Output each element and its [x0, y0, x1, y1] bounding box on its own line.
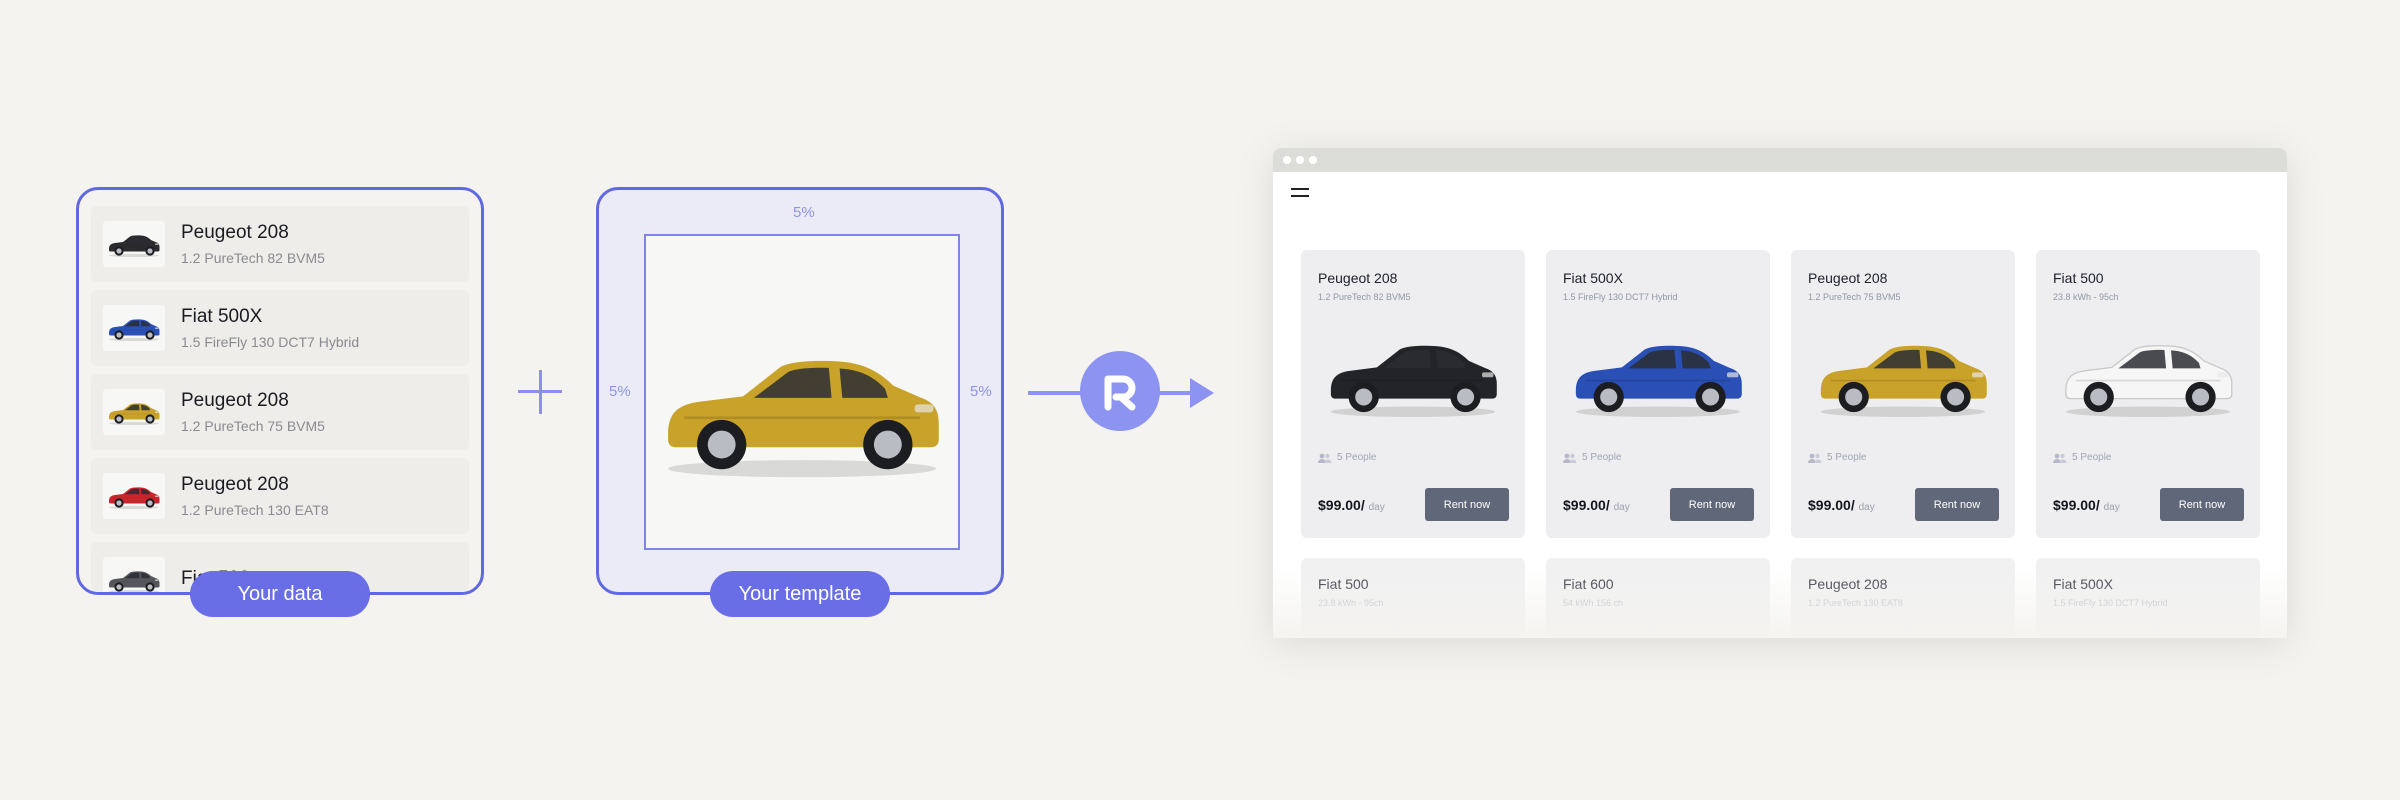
card-spec: 1.2 PureTech 130 EAT8: [1808, 598, 1903, 608]
capacity: 5 People: [1563, 452, 1621, 463]
car-image: [2065, 345, 2233, 418]
people-icon: [1318, 453, 1332, 463]
car-thumbnail: [103, 557, 165, 592]
rent-now-button[interactable]: Rent now: [1670, 488, 1754, 521]
data-list: Peugeot 208 1.2 PureTech 82 BVM5 Fiat 500…: [91, 206, 469, 592]
margin-right-label: 5%: [970, 383, 992, 400]
your-template-pill[interactable]: Your template: [710, 571, 890, 617]
row-name: Peugeot 208: [181, 473, 289, 495]
price: $99.00/ day: [1318, 497, 1385, 513]
people-label: 5 People: [1582, 452, 1622, 463]
row-name: Peugeot 208: [181, 221, 289, 243]
hamburger-menu-icon[interactable]: [1291, 188, 1311, 202]
car-icon: [109, 571, 160, 592]
car-card: Fiat 500 23.8 kWh - 95ch 5 People $99.00…: [2036, 250, 2260, 538]
capacity: 5 People: [1318, 452, 1376, 463]
car-thumbnail: [103, 473, 165, 519]
rent-now-button[interactable]: Rent now: [2160, 488, 2244, 521]
car-card: Peugeot 208 1.2 PureTech 130 EAT8: [1791, 558, 2015, 638]
row-name: Fiat 500X: [181, 305, 263, 327]
row-spec: 1.5 FireFly 130 DCT7 Hybrid: [181, 333, 360, 350]
price-unit: day: [2103, 502, 2120, 513]
car-icon: [109, 319, 160, 342]
price-value: $99.00/: [1808, 497, 1855, 513]
card-spec: 1.2 PureTech 82 BVM5: [1318, 292, 1411, 302]
rent-now-button[interactable]: Rent now: [1915, 488, 1999, 521]
template-car-image: [668, 360, 939, 478]
price-unit: day: [1368, 502, 1385, 513]
browser-window: Peugeot 208 1.2 PureTech 82 BVM5 5 Peopl…: [1273, 148, 2287, 638]
card-name: Peugeot 208: [1808, 270, 1888, 286]
people-icon: [1563, 453, 1577, 463]
people-label: 5 People: [1337, 452, 1377, 463]
card-spec: 1.5 FireFly 130 DCT7 Hybrid: [1563, 292, 1678, 302]
price-unit: day: [1858, 502, 1875, 513]
window-dot[interactable]: [1309, 156, 1317, 164]
car-icon: [668, 360, 939, 478]
people-label: 5 People: [2072, 452, 2112, 463]
price: $99.00/ day: [2053, 497, 2120, 513]
data-row[interactable]: Peugeot 208 1.2 PureTech 130 EAT8: [91, 458, 469, 534]
capacity: 5 People: [2053, 452, 2111, 463]
car-thumbnail: [103, 305, 165, 351]
car-image: [1330, 345, 1497, 418]
car-card: Fiat 500X 1.5 FireFly 130 DCT7 Hybrid: [2036, 558, 2260, 638]
window-dot[interactable]: [1296, 156, 1304, 164]
price-value: $99.00/: [2053, 497, 2100, 513]
car-image: [1820, 345, 1987, 418]
card-spec: 1.5 FireFly 130 DCT7 Hybrid: [2053, 598, 2168, 608]
r-logo-icon: [1080, 351, 1160, 431]
card-spec: 23.8 kWh - 95ch: [1318, 598, 1384, 608]
car-thumbnail: [103, 221, 165, 267]
car-card: Peugeot 208 1.2 PureTech 82 BVM5 5 Peopl…: [1301, 250, 1525, 538]
card-name: Fiat 600: [1563, 576, 1614, 592]
card-spec: 54 kWh 156 ch: [1563, 598, 1624, 608]
your-data-pill[interactable]: Your data: [190, 571, 370, 617]
car-card: Fiat 500X 1.5 FireFly 130 DCT7 Hybrid 5 …: [1546, 250, 1770, 538]
card-name: Peugeot 208: [1318, 270, 1398, 286]
row-spec: 1.2 PureTech 82 BVM5: [181, 249, 325, 266]
data-row[interactable]: Fiat 500X 1.5 FireFly 130 DCT7 Hybrid: [91, 290, 469, 366]
car-icon: [109, 235, 160, 258]
browser-titlebar: [1273, 148, 2287, 172]
car-card: Peugeot 208 1.2 PureTech 75 BVM5 5 Peopl…: [1791, 250, 2015, 538]
card-name: Peugeot 208: [1808, 576, 1888, 592]
template-frame: [644, 234, 960, 550]
data-row[interactable]: Peugeot 208 1.2 PureTech 75 BVM5: [91, 374, 469, 450]
people-icon: [1808, 453, 1822, 463]
template-panel: 5% 5% 5%: [596, 187, 1004, 595]
price: $99.00/ day: [1808, 497, 1875, 513]
price-unit: day: [1613, 502, 1630, 513]
car-card: Fiat 500 23.8 kWh - 95ch: [1301, 558, 1525, 638]
row-name: Peugeot 208: [181, 389, 289, 411]
car-image: [1575, 345, 1742, 418]
card-name: Fiat 500X: [1563, 270, 1623, 286]
people-label: 5 People: [1827, 452, 1867, 463]
margin-left-label: 5%: [609, 383, 631, 400]
card-spec: 23.8 kWh - 95ch: [2053, 292, 2119, 302]
car-card: Fiat 600 54 kWh 156 ch: [1546, 558, 1770, 638]
rent-now-button[interactable]: Rent now: [1425, 488, 1509, 521]
row-spec: 1.2 PureTech 75 BVM5: [181, 417, 325, 434]
car-icon: [109, 487, 160, 510]
people-icon: [2053, 453, 2067, 463]
arrow-head-icon: [1190, 378, 1214, 408]
price-value: $99.00/: [1563, 497, 1610, 513]
card-name: Fiat 500X: [2053, 576, 2113, 592]
car-icon: [109, 403, 160, 426]
price-value: $99.00/: [1318, 497, 1365, 513]
canvas: Peugeot 208 1.2 PureTech 82 BVM5 Fiat 500…: [0, 0, 2400, 800]
price: $99.00/ day: [1563, 497, 1630, 513]
data-row[interactable]: Peugeot 208 1.2 PureTech 82 BVM5: [91, 206, 469, 282]
margin-top-label: 5%: [793, 204, 815, 221]
car-thumbnail: [103, 389, 165, 435]
card-spec: 1.2 PureTech 75 BVM5: [1808, 292, 1901, 302]
card-name: Fiat 500: [1318, 576, 1369, 592]
capacity: 5 People: [1808, 452, 1866, 463]
card-name: Fiat 500: [2053, 270, 2104, 286]
row-spec: 1.2 PureTech 130 EAT8: [181, 501, 329, 518]
data-panel: Peugeot 208 1.2 PureTech 82 BVM5 Fiat 500…: [76, 187, 484, 595]
window-dot[interactable]: [1283, 156, 1291, 164]
